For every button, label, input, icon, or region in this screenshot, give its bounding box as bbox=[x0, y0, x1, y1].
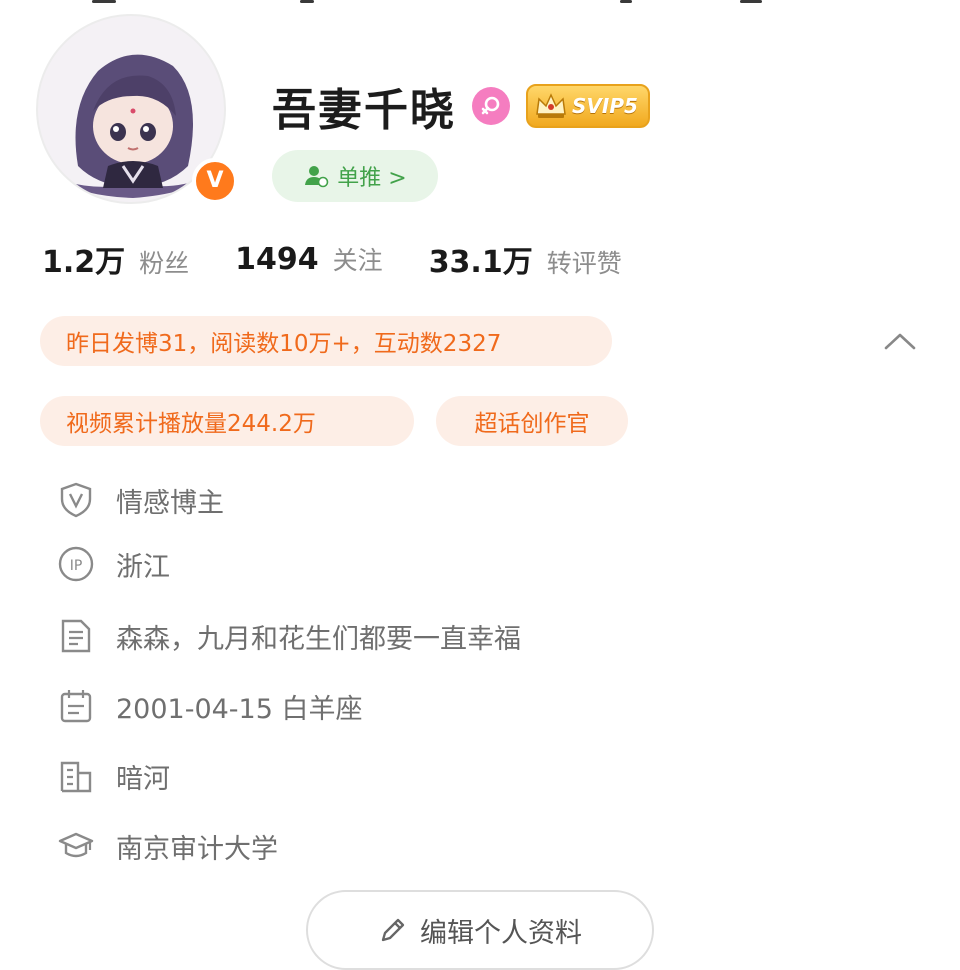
info-bio: 森森，九月和花生们都要一直幸福 bbox=[116, 623, 521, 655]
followers-label: 粉丝 bbox=[139, 249, 190, 278]
name-row: 吾妻千晓 SVIP5 bbox=[272, 78, 650, 136]
info-row-company: 暗河 bbox=[58, 754, 170, 798]
stat-interactions[interactable]: 33.1万 转评赞 bbox=[429, 237, 622, 281]
calendar-icon bbox=[58, 688, 94, 724]
verified-badge: V bbox=[192, 158, 238, 204]
user-icon bbox=[305, 166, 329, 188]
creator-badge-pill[interactable]: 超话创作官 bbox=[436, 396, 628, 446]
followers-count: 1.2万 bbox=[42, 245, 126, 280]
edit-profile-label: 编辑个人资料 bbox=[420, 917, 582, 949]
edit-profile-button[interactable]: 编辑个人资料 bbox=[306, 890, 654, 970]
info-row-category: 情感博主 bbox=[58, 478, 224, 522]
following-label: 关注 bbox=[332, 246, 383, 275]
graduation-cap-icon bbox=[58, 828, 94, 864]
stats-row: 1.2万 粉丝 1494 关注 33.1万 转评赞 bbox=[42, 236, 668, 282]
svip-badge[interactable]: SVIP5 bbox=[526, 84, 650, 128]
info-company: 暗河 bbox=[116, 763, 170, 795]
company-building-icon bbox=[58, 758, 94, 794]
video-plays-pill[interactable]: 视频累计播放量244.2万 bbox=[40, 396, 414, 446]
svip-level: SVIP5 bbox=[572, 94, 638, 118]
female-icon bbox=[472, 87, 510, 125]
chevron-up-icon[interactable] bbox=[880, 326, 920, 356]
stat-followers[interactable]: 1.2万 粉丝 bbox=[42, 237, 189, 281]
info-row-bio: 森森，九月和花生们都要一直幸福 bbox=[58, 614, 521, 658]
stat-following[interactable]: 1494 关注 bbox=[235, 241, 383, 277]
ip-location-icon: IP bbox=[58, 546, 94, 582]
follow-button-label: 单推 > bbox=[337, 166, 407, 191]
interactions-label: 转评赞 bbox=[546, 249, 622, 278]
yesterday-stats-pill[interactable]: 昨日发博31，阅读数10万+，互动数2327 bbox=[40, 316, 612, 366]
info-row-birthday: 2001-04-15 白羊座 bbox=[58, 684, 363, 728]
interactions-count: 33.1万 bbox=[428, 245, 533, 280]
svg-text:IP: IP bbox=[70, 558, 83, 574]
info-school: 南京审计大学 bbox=[116, 833, 278, 865]
top-cropped-strip bbox=[0, 0, 960, 8]
avatar-container[interactable]: V bbox=[36, 14, 242, 204]
info-ip: 浙江 bbox=[116, 551, 170, 583]
info-row-school: 南京审计大学 bbox=[58, 824, 278, 868]
following-count: 1494 bbox=[235, 242, 319, 277]
username: 吾妻千晓 bbox=[272, 85, 456, 136]
crown-icon bbox=[536, 93, 566, 118]
follow-button[interactable]: 单推 > bbox=[272, 150, 438, 202]
verified-shield-icon bbox=[58, 482, 94, 518]
pencil-icon bbox=[381, 918, 405, 942]
info-row-ip: IP 浙江 bbox=[58, 542, 170, 586]
info-category: 情感博主 bbox=[116, 487, 224, 519]
bio-document-icon bbox=[58, 618, 94, 654]
info-birthday: 2001-04-15 白羊座 bbox=[116, 693, 363, 725]
